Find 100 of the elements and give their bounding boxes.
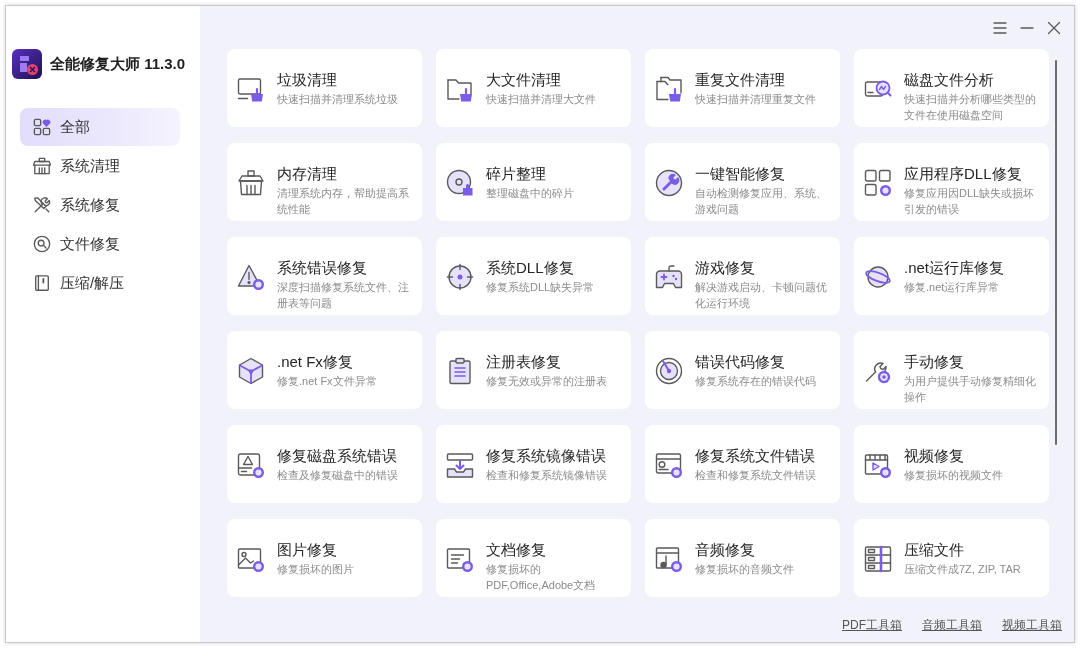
wrench-circle-icon — [655, 169, 683, 197]
footer-link[interactable]: 视频工具箱 — [1002, 615, 1062, 634]
tool-title: 视频修复 — [904, 447, 965, 465]
folders-basket-icon — [655, 75, 683, 103]
tool-description: 修复损坏的音频文件 — [695, 562, 794, 577]
tool-description: 修复系统存在的错误代码 — [695, 374, 816, 389]
tool-card[interactable]: 注册表修复 修复无效或异常的注册表 — [436, 331, 631, 409]
clipboard-icon — [446, 357, 474, 385]
tool-card[interactable]: 音频修复 修复损坏的音频文件 — [645, 519, 840, 597]
tool-card[interactable]: 系统DLL修复 修复系统DLL缺失异常 — [436, 237, 631, 315]
tool-card[interactable]: .net Fx修复 修复.net Fx文件异常 — [227, 331, 422, 409]
tool-title: 游戏修复 — [695, 259, 756, 277]
gamepad-icon — [655, 263, 683, 291]
basket-icon — [237, 169, 265, 197]
nav-item[interactable]: 系统清理 — [20, 147, 180, 185]
tool-title: .net Fx修复 — [277, 353, 354, 371]
tool-card[interactable]: 磁盘文件分析 快速扫描并分析哪些类型的文件在使用磁盘空间 — [854, 49, 1049, 127]
crosshair-icon — [446, 263, 474, 291]
tool-description: 修复损坏的PDF,Office,Adobe文档 — [486, 562, 597, 593]
tool-card[interactable]: 图片修复 修复损坏的图片 — [227, 519, 422, 597]
tool-description: 修复应用因DLL缺失或损坏引发的错误 — [904, 186, 1036, 217]
tool-card[interactable]: 大文件清理 快速扫描并清理大文件 — [436, 49, 631, 127]
tool-description: 清理系统内存，帮助提高系统性能 — [277, 186, 410, 217]
cube-icon — [237, 357, 265, 385]
disc-icon — [446, 169, 474, 197]
basket-icon — [33, 157, 51, 175]
music-window-icon — [655, 545, 683, 573]
tool-description: 检查和修复系统镜像错误 — [486, 468, 607, 483]
tool-description: 为用户提供手动修复精细化操作 — [904, 374, 1037, 405]
tool-card[interactable]: 游戏修复 解决游戏启动、卡顿问题优化运行环境 — [645, 237, 840, 315]
tool-title: 内存清理 — [277, 165, 338, 183]
tool-card[interactable]: 内存清理 清理系统内存，帮助提高系统性能 — [227, 143, 422, 221]
tool-card[interactable]: 重复文件清理 快速扫描并清理重复文件 — [645, 49, 840, 127]
menu-icon — [993, 21, 1007, 34]
tool-title: 手动修复 — [904, 353, 965, 371]
planet-icon — [864, 263, 892, 291]
tool-description: 快速扫描并清理大文件 — [486, 92, 596, 107]
tool-card[interactable]: .net运行库修复 修复.net运行库异常 — [854, 237, 1049, 315]
archive-icon — [864, 545, 892, 573]
scrollbar-thumb[interactable] — [1055, 60, 1057, 445]
monitor-basket-icon — [237, 75, 265, 103]
tool-title: 重复文件清理 — [695, 71, 786, 89]
tool-description: 快速扫描并清理重复文件 — [695, 92, 816, 107]
tool-description: 修复无效或异常的注册表 — [486, 374, 607, 389]
tool-description: 修复损坏的视频文件 — [904, 468, 1003, 483]
tool-card[interactable]: 修复磁盘系统错误 检查及修复磁盘中的错误 — [227, 425, 422, 503]
tool-description: 快速扫描并分析哪些类型的文件在使用磁盘空间 — [904, 92, 1037, 123]
tool-title: 图片修复 — [277, 541, 338, 559]
grid-icon — [33, 118, 51, 136]
nav-item[interactable]: 文件修复 — [20, 225, 180, 263]
tool-card[interactable]: 一键智能修复 自动检测修复应用、系统、游戏问题 — [645, 143, 840, 221]
tool-description: 快速扫描并清理系统垃圾 — [277, 92, 398, 107]
tool-description: 压缩文件成7Z, ZIP, TAR — [904, 562, 1021, 577]
tool-card[interactable]: 压缩文件 压缩文件成7Z, ZIP, TAR — [854, 519, 1049, 597]
document-icon — [446, 545, 474, 573]
tool-title: 修复系统文件错误 — [695, 447, 816, 465]
book-icon — [33, 274, 51, 292]
tool-description: 修复.net Fx文件异常 — [277, 374, 377, 389]
video-icon — [864, 451, 892, 479]
tool-title: 文档修复 — [486, 541, 547, 559]
app-logo-icon — [12, 49, 42, 79]
tool-card[interactable]: 碎片整理 整理磁盘中的碎片 — [436, 143, 631, 221]
tool-title: 一键智能修复 — [695, 165, 786, 183]
tool-card[interactable]: 垃圾清理 快速扫描并清理系统垃圾 — [227, 49, 422, 127]
tool-title: 应用程序DLL修复 — [904, 165, 1023, 183]
app-title: 全能修复大师 11.3.0 — [50, 53, 186, 74]
tool-card[interactable]: 修复系统镜像错误 检查和修复系统镜像错误 — [436, 425, 631, 503]
gauge-icon — [655, 357, 683, 385]
nav-item[interactable]: 全部 — [20, 108, 180, 146]
tool-card[interactable]: 系统错误修复 深度扫描修复系统文件、注册表等问题 — [227, 237, 422, 315]
tool-card[interactable]: 修复系统文件错误 检查和修复系统文件错误 — [645, 425, 840, 503]
app-grid-icon — [864, 169, 892, 197]
magnifier-circle-icon — [33, 235, 51, 253]
download-tray-icon — [446, 451, 474, 479]
footer-link[interactable]: PDF工具箱 — [842, 615, 902, 634]
tool-card[interactable]: 视频修复 修复损坏的视频文件 — [854, 425, 1049, 503]
window-profile-icon — [655, 451, 683, 479]
tool-description: 检查及修复磁盘中的错误 — [277, 468, 398, 483]
tool-description: 解决游戏启动、卡顿问题优化运行环境 — [695, 280, 828, 311]
tool-title: 垃圾清理 — [277, 71, 338, 89]
tool-title: 错误代码修复 — [695, 353, 786, 371]
nav-item[interactable]: 压缩/解压 — [20, 264, 180, 302]
tool-description: 修复系统DLL缺失异常 — [486, 280, 595, 295]
warning-icon — [237, 263, 265, 291]
tool-card[interactable]: 错误代码修复 修复系统存在的错误代码 — [645, 331, 840, 409]
tool-description: 修复.net运行库异常 — [904, 280, 1001, 295]
tool-description: 检查和修复系统文件错误 — [695, 468, 816, 483]
tools-icon — [33, 196, 51, 214]
tool-description: 自动检测修复应用、系统、游戏问题 — [695, 186, 828, 217]
tool-card[interactable]: 应用程序DLL修复 修复应用因DLL缺失或损坏引发的错误 — [854, 143, 1049, 221]
tool-description: 整理磁盘中的碎片 — [486, 186, 574, 201]
tool-description: 修复损坏的图片 — [277, 562, 354, 577]
tool-title: 大文件清理 — [486, 71, 562, 89]
tool-title: 注册表修复 — [486, 353, 562, 371]
tool-card[interactable]: 文档修复 修复损坏的PDF,Office,Adobe文档 — [436, 519, 631, 597]
nav-item[interactable]: 系统修复 — [20, 186, 180, 224]
tool-title: 压缩文件 — [904, 541, 965, 559]
tool-card[interactable]: 手动修复 为用户提供手动修复精细化操作 — [854, 331, 1049, 409]
tool-title: 系统DLL修复 — [486, 259, 575, 277]
footer-link[interactable]: 音频工具箱 — [922, 615, 982, 634]
